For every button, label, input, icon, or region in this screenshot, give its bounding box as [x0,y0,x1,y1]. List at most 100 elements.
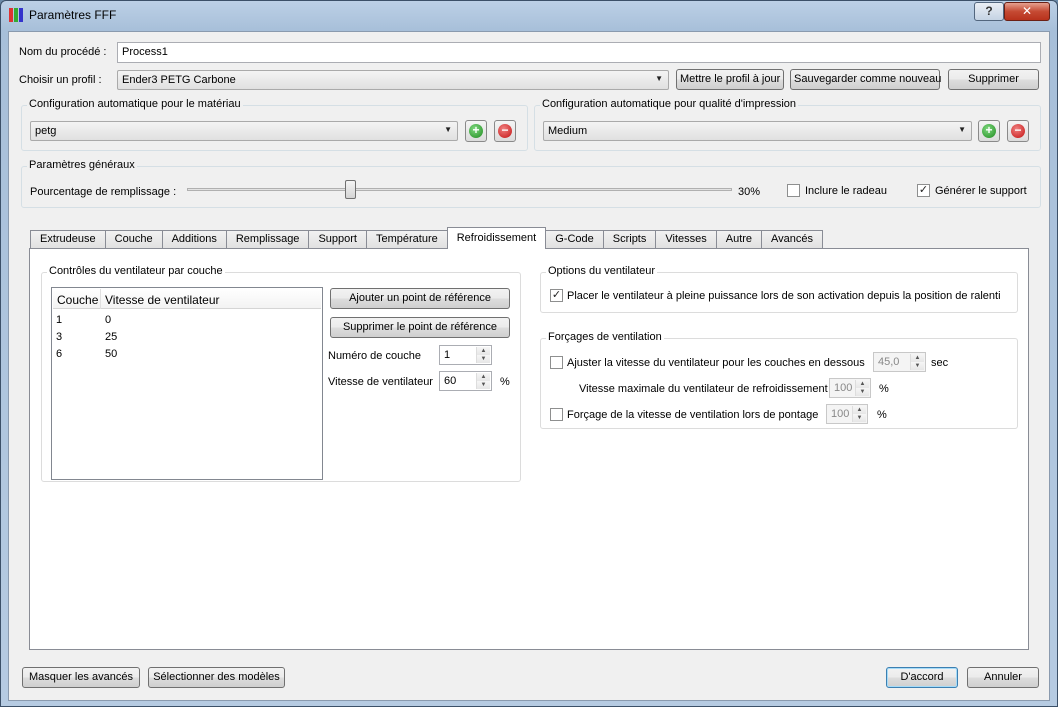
infill-slider-handle[interactable] [345,180,356,199]
add-point-button[interactable]: Ajouter un point de référence [330,288,510,309]
cancel-button[interactable]: Annuler [967,667,1039,688]
bridge-value: 100 [831,408,850,420]
adjust-speed-unit: sec [931,357,949,369]
down-arrow-icon[interactable]: ▼ [477,355,490,363]
max-speed-spinbox[interactable]: 100 ▲ ▼ [829,378,871,398]
list-header: Couche Vitesse de ventilateur [53,289,321,309]
bridge-spinbox[interactable]: 100 ▲ ▼ [826,404,868,424]
profile-label: Choisir un profil : [19,74,102,86]
fan-overrides-title: Forçages de ventilation [546,331,664,343]
full-power-checkbox[interactable]: ✓ [550,289,563,302]
tab-panel-refroidissement: Contrôles du ventilateur par couche Couc… [29,248,1029,650]
up-arrow-icon[interactable]: ▲ [477,373,490,381]
max-speed-value: 100 [834,382,853,394]
down-arrow-icon[interactable]: ▼ [856,388,869,396]
ok-button[interactable]: D'accord [886,667,958,688]
quality-select[interactable]: Medium ▼ [543,121,972,141]
max-speed-label: Vitesse maximale du ventilateur de refro… [579,383,828,395]
col-header-layer[interactable]: Couche [53,289,101,309]
up-arrow-icon[interactable]: ▲ [853,406,866,414]
remove-material-button[interactable]: − [494,120,516,142]
process-name-label: Nom du procédé : [19,46,107,58]
table-row[interactable]: 10 [56,314,316,331]
adjust-speed-label: Ajuster la vitesse du ventilateur pour l… [567,357,865,369]
help-button[interactable]: ? [974,2,1004,21]
remove-quality-button[interactable]: − [1007,120,1029,142]
fan-speed-value: 60 [444,375,457,387]
support-checkbox[interactable]: ✓ [917,184,930,197]
tab-additions[interactable]: Additions [161,230,227,249]
fan-speed-unit: % [500,376,510,388]
up-arrow-icon[interactable]: ▲ [856,380,869,388]
adjust-speed-checkbox[interactable] [550,356,563,369]
delete-profile-button[interactable]: Supprimer [948,69,1039,90]
minus-circle-icon: − [1011,124,1025,138]
process-name-input[interactable]: Process1 [117,42,1041,63]
material-select[interactable]: petg ▼ [30,121,458,141]
tab-remplissage[interactable]: Remplissage [225,230,310,249]
minus-circle-icon: − [498,124,512,138]
bridge-checkbox[interactable] [550,408,563,421]
fan-points-list[interactable]: Couche Vitesse de ventilateur 1 0 3 25 6 50 [51,287,323,480]
support-label: Générer le support [935,185,1027,197]
select-models-button[interactable]: Sélectionner des modèles [148,667,285,688]
hide-advanced-button[interactable]: Masquer les avancés [22,667,140,688]
up-arrow-icon[interactable]: ▲ [911,354,924,362]
table-row[interactable]: 6 50 [56,348,316,365]
tab-extrudeuse[interactable]: Extrudeuse [30,230,106,249]
table-row[interactable]: 3 25 [56,331,316,348]
spin-arrows[interactable]: ▲ ▼ [852,406,866,422]
title-bar[interactable]: Paramètres FFF ? ✕ [1,1,1057,29]
tab-g-code[interactable]: G-Code [545,230,604,249]
layer-number-label: Numéro de couche [328,350,421,362]
layer-number-spinbox[interactable]: 1 ▲ ▼ [439,345,492,365]
infill-slider-track[interactable] [187,188,732,191]
update-profile-button[interactable]: Mettre le profil à jour [676,69,784,90]
full-power-label: Placer le ventilateur à pleine puissance… [567,290,1001,302]
cell-layer: 3 [56,331,63,343]
plus-circle-icon: + [469,124,483,138]
fan-speed-label: Vitesse de ventilateur [328,376,433,388]
max-speed-unit: % [879,383,889,395]
spin-arrows[interactable]: ▲ ▼ [476,373,490,389]
tab-temperature[interactable]: Température [365,230,448,249]
tab-refroidissement[interactable]: Refroidissement [446,227,547,249]
tab-avances[interactable]: Avancés [761,230,824,249]
save-as-new-button[interactable]: Sauvegarder comme nouveau [790,69,941,90]
settings-tabs: Extrudeuse Couche Additions Remplissage Supp… [30,227,824,249]
remove-point-button[interactable]: Supprimer le point de référence [330,317,510,338]
tab-support[interactable]: Support [308,230,367,249]
down-arrow-icon[interactable]: ▼ [477,381,490,389]
app-icon [9,8,23,22]
fan-speed-spinbox[interactable]: 60 ▲ ▼ [439,371,492,391]
chevron-down-icon: ▼ [444,125,452,134]
dialog-client: Nom du procédé : Process1 Choisir un pro… [8,31,1050,701]
infill-value: 30% [738,186,761,198]
fan-controls-title: Contrôles du ventilateur par couche [47,265,225,277]
spin-arrows[interactable]: ▲ ▼ [910,354,924,370]
spin-arrows[interactable]: ▲ ▼ [855,380,869,396]
down-arrow-icon[interactable]: ▼ [911,362,924,370]
adjust-speed-spinbox[interactable]: 45,0 ▲ ▼ [873,352,926,372]
close-button[interactable]: ✕ [1004,2,1050,21]
cell-layer: 1 [56,314,63,326]
cell-speed: 50 [105,348,118,360]
raft-checkbox[interactable] [787,184,800,197]
tab-vitesses[interactable]: Vitesses [655,230,717,249]
add-material-button[interactable]: + [465,120,487,142]
bridge-unit: % [877,409,887,421]
up-arrow-icon[interactable]: ▲ [477,347,490,355]
profile-selected: Ender3 PETG Carbone [122,74,236,86]
material-selected: petg [35,125,57,137]
cell-speed: 0 [105,314,112,326]
add-quality-button[interactable]: + [978,120,1000,142]
profile-select[interactable]: Ender3 PETG Carbone ▼ [117,70,669,90]
tab-autre[interactable]: Autre [715,230,763,249]
down-arrow-icon[interactable]: ▼ [853,414,866,422]
tab-couche[interactable]: Couche [104,230,163,249]
spin-arrows[interactable]: ▲ ▼ [476,347,490,363]
cell-speed: 25 [105,331,118,343]
col-header-speed[interactable]: Vitesse de ventilateur [101,289,321,309]
tab-scripts[interactable]: Scripts [602,230,657,249]
raft-label: Inclure le radeau [805,185,887,197]
